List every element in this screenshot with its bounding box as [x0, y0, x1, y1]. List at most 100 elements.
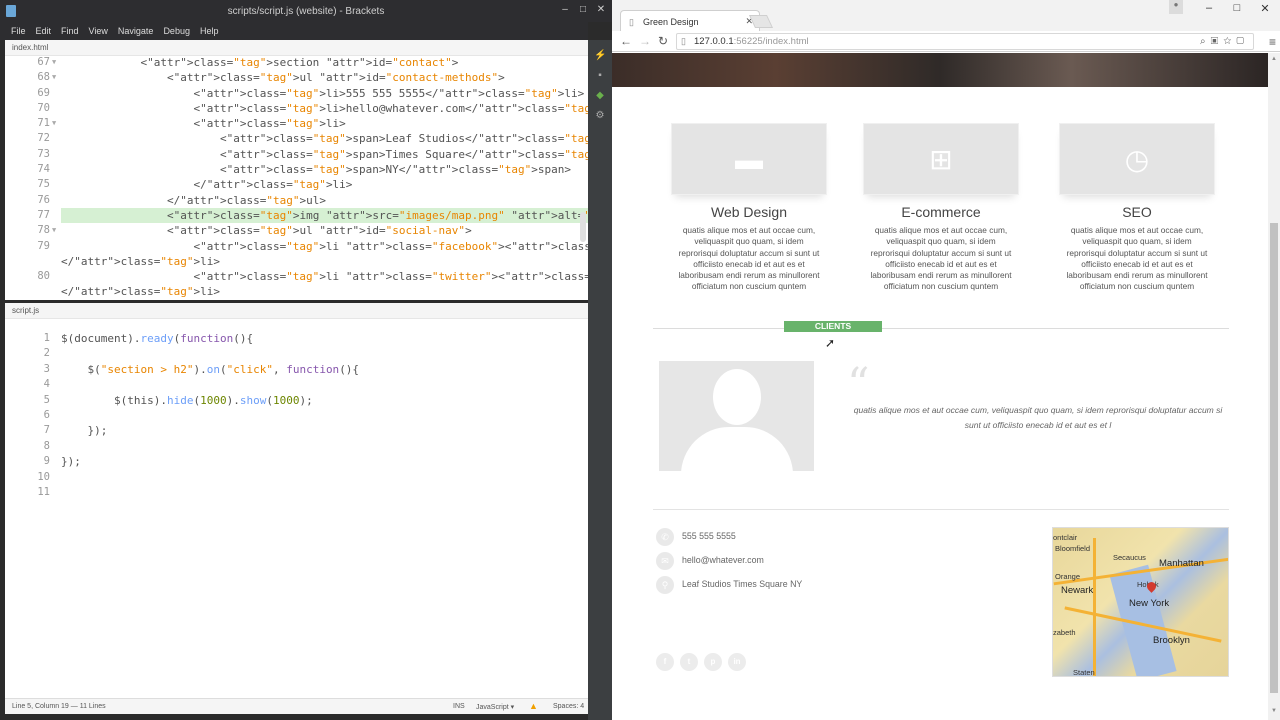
code-line[interactable]: 2: [5, 346, 588, 361]
html-file-tab[interactable]: index.html: [5, 40, 588, 56]
code-line[interactable]: 79 <"attr">class="tag">li "attr">class="…: [5, 239, 588, 254]
insert-mode[interactable]: INS: [453, 703, 465, 710]
search-icon[interactable]: ⌕: [1200, 36, 1211, 47]
browser-tab[interactable]: ▯ Green Design ✕: [620, 10, 760, 31]
page-viewport[interactable]: ▬ Web Design quatis alique mos et aut oc…: [612, 53, 1268, 720]
scrollbar-thumb[interactable]: [1270, 223, 1278, 693]
code-line[interactable]: 75 </"attr">class="tag">li>: [5, 177, 588, 192]
fold-arrow-icon[interactable]: ▼: [52, 55, 56, 70]
code-line[interactable]: 78 ▼ <"attr">class="tag">ul "attr">id="so…: [5, 223, 588, 238]
live-preview-icon[interactable]: ⚡: [594, 50, 606, 62]
html-code-area[interactable]: 67 ▼ <"attr">class="tag">section "attr">i…: [5, 55, 588, 300]
js-code-area[interactable]: 1 $(document).ready(function(){2 3 $("sect…: [5, 331, 588, 500]
editor-minimize-button[interactable]: –: [558, 3, 572, 17]
indent-setting[interactable]: Spaces: 4: [553, 703, 584, 710]
js-editor-pane[interactable]: script.js 1 $(document).ready(function(){…: [5, 303, 588, 698]
url-host: 127.0.0.1: [694, 36, 734, 47]
menu-file[interactable]: File: [6, 22, 31, 40]
line-number: 10: [37, 470, 50, 483]
code-line[interactable]: 71 ▼ <"attr">class="tag">li>: [5, 116, 588, 131]
line-number: 71: [37, 117, 50, 130]
gauge-icon: ◷: [1124, 144, 1150, 175]
code-line[interactable]: 72 <"attr">class="tag">span>Leaf Studios…: [5, 131, 588, 146]
code-text: <"attr">class="tag">li>: [61, 117, 346, 131]
code-line[interactable]: 80 <"attr">class="tag">li "attr">class="…: [5, 269, 588, 284]
code-line[interactable]: </"attr">class="tag">li>: [5, 284, 588, 299]
fold-arrow-icon[interactable]: ▼: [52, 223, 56, 238]
code-line[interactable]: 77 <"attr">class="tag">img "attr">src="i…: [5, 207, 588, 224]
line-number: 70: [37, 101, 50, 114]
user-profile-icon[interactable]: ●: [1169, 0, 1183, 14]
reload-icon[interactable]: ↻: [658, 34, 668, 48]
code-line[interactable]: 9});: [5, 454, 588, 469]
code-line[interactable]: 1 $(document).ready(function(){: [5, 331, 588, 346]
code-text: <"attr">class="tag">span>Leaf Studios</"…: [61, 132, 588, 146]
cursor-position: Line 5, Column 19 — 11 Lines: [12, 703, 106, 710]
clients-heading[interactable]: CLIENTS: [784, 321, 882, 332]
code-line[interactable]: 6: [5, 408, 588, 423]
scroll-up-icon[interactable]: ▲: [1271, 56, 1277, 62]
extension-icon[interactable]: ◆: [594, 90, 606, 102]
address-bar[interactable]: ▯ 127.0.0.1:56225/index.html ⌕▣☆▢: [676, 33, 1254, 50]
code-line[interactable]: 7 });: [5, 423, 588, 438]
location-pin-icon: ⚲: [656, 575, 674, 594]
browser-minimize-button[interactable]: –: [1202, 2, 1216, 15]
code-line[interactable]: 70 <"attr">class="tag">li>hello@whatever…: [5, 101, 588, 116]
line-number: 7: [43, 424, 50, 437]
fold-arrow-icon[interactable]: ▼: [52, 116, 56, 131]
back-icon[interactable]: ←: [620, 34, 632, 48]
code-line[interactable]: 3 $("section > h2").on("click", function…: [5, 362, 588, 377]
menu-help[interactable]: Help: [195, 22, 224, 40]
browser-maximize-button[interactable]: □: [1230, 2, 1244, 15]
page-info-icon[interactable]: ▯: [681, 34, 686, 49]
code-line[interactable]: 5 $(this).hide(1000).show(1000);: [5, 393, 588, 408]
extract-icon[interactable]: ⚙: [594, 110, 606, 122]
editor-menu-bar: File Edit Find View Navigate Debug Help: [0, 22, 588, 40]
html-editor-pane[interactable]: index.html 67 ▼ <"attr">class="tag">secti…: [5, 40, 588, 300]
pinterest-icon[interactable]: p: [704, 653, 722, 671]
code-line[interactable]: 76 </"attr">class="tag">ul>: [5, 193, 588, 208]
code-line[interactable]: 74 <"attr">class="tag">span>NY</"attr">c…: [5, 162, 588, 177]
html-pane-scrollbar[interactable]: [580, 212, 586, 242]
forward-icon[interactable]: →: [639, 34, 651, 48]
bookmark-star-icon[interactable]: ☆: [1223, 36, 1236, 47]
js-file-tab[interactable]: script.js: [5, 303, 588, 319]
fold-arrow-icon[interactable]: ▼: [52, 70, 56, 85]
scroll-down-icon[interactable]: ▼: [1271, 708, 1277, 714]
language-select[interactable]: JavaScript ▾: [476, 703, 514, 711]
service-image: ◷: [1059, 123, 1215, 195]
code-line[interactable]: 8: [5, 439, 588, 454]
editor-close-button[interactable]: ✕: [594, 3, 608, 17]
linkedin-icon[interactable]: in: [728, 653, 746, 671]
twitter-icon[interactable]: t: [680, 653, 698, 671]
code-line[interactable]: 68 ▼ <"attr">class="tag">ul "attr">id="co…: [5, 70, 588, 85]
code-line[interactable]: 11: [5, 485, 588, 500]
code-text: $(this).hide(1000).show(1000);: [61, 393, 313, 407]
code-line[interactable]: </"attr">class="tag">li>: [5, 254, 588, 269]
code-text: <"attr">class="tag">span>Times Square</"…: [61, 147, 588, 161]
facebook-icon[interactable]: f: [656, 653, 674, 671]
menu-view[interactable]: View: [84, 22, 113, 40]
code-line[interactable]: 73 <"attr">class="tag">span>Times Square…: [5, 147, 588, 162]
code-line[interactable]: 10: [5, 470, 588, 485]
menu-navigate[interactable]: Navigate: [113, 22, 159, 40]
extension-manager-icon[interactable]: ▪: [594, 70, 606, 82]
page-action-icon[interactable]: ▣: [1211, 36, 1224, 47]
code-text: </"attr">class="tag">li>: [61, 285, 220, 299]
basket-icon: ⊞: [929, 144, 953, 175]
extension-box-icon[interactable]: ▢: [1236, 36, 1249, 47]
page-scrollbar[interactable]: ▲ ▼: [1268, 53, 1280, 720]
lint-warning-icon[interactable]: ▲: [529, 701, 538, 711]
menu-debug[interactable]: Debug: [158, 22, 195, 40]
menu-find[interactable]: Find: [56, 22, 84, 40]
menu-edit[interactable]: Edit: [31, 22, 57, 40]
code-line[interactable]: 67 ▼ <"attr">class="tag">section "attr">i…: [5, 55, 588, 70]
code-line[interactable]: 69 <"attr">class="tag">li>555 555 5555</…: [5, 86, 588, 101]
browser-close-button[interactable]: ✕: [1258, 2, 1272, 15]
map-road: [1093, 538, 1096, 676]
avatar-body: [681, 427, 793, 471]
service-text: quatis alique mos et aut occae cum, veli…: [870, 225, 1012, 292]
editor-maximize-button[interactable]: □: [576, 3, 590, 17]
chrome-menu-icon[interactable]: ≡: [1269, 35, 1276, 49]
code-line[interactable]: 4: [5, 377, 588, 392]
